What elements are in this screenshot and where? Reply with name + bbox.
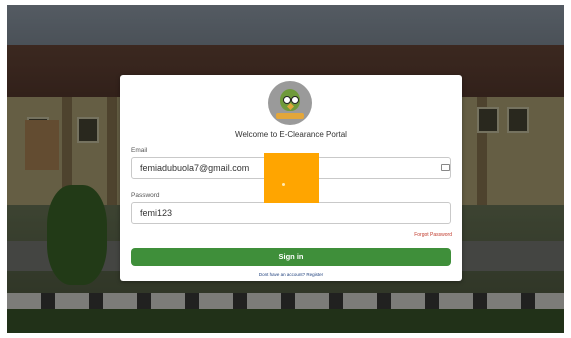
email-label: Email [131,147,148,154]
owl-logo-icon [268,81,312,125]
orange-overlay-block [264,153,319,203]
card-icon [441,164,450,171]
password-field[interactable] [131,202,451,224]
register-link[interactable]: Dont have an account? Register [120,272,462,277]
overlay-dot [282,183,285,186]
forgot-password-link[interactable]: Forgot Password [414,232,452,238]
sign-in-button[interactable]: Sign in [131,248,451,266]
logo-base [276,113,304,119]
logo-eye [291,96,299,104]
password-label: Password [131,192,160,199]
welcome-title: Welcome to E-Clearance Portal [235,130,347,139]
